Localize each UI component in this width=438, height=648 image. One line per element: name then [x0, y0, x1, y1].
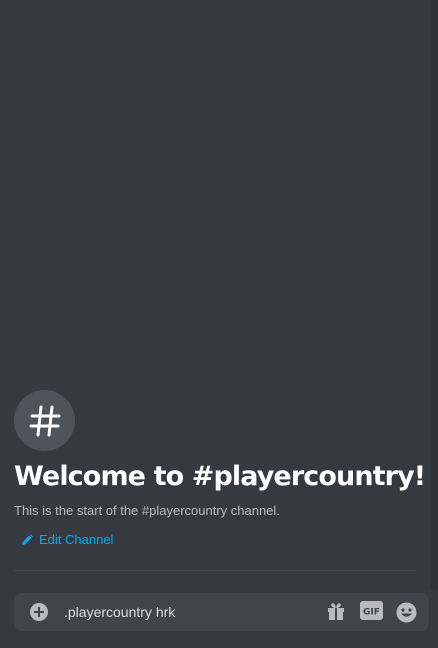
pencil-icon: [22, 533, 33, 545]
divider: [14, 570, 416, 571]
gif-icon[interactable]: GIF: [360, 601, 383, 620]
welcome-title: Welcome to #playercountry!: [14, 461, 426, 492]
scroll-track[interactable]: [430, 0, 438, 590]
edit-channel-label: Edit Channel: [39, 532, 114, 547]
message-composer[interactable]: .playercountry hrk GIF: [14, 593, 429, 631]
gift-icon[interactable]: [326, 601, 346, 621]
message-input[interactable]: .playercountry hrk: [64, 593, 175, 631]
message-list: Welcome to #playercountry! This is the s…: [0, 0, 438, 590]
channel-hash-avatar: [14, 390, 75, 451]
channel-start-text: This is the start of the #playercountry …: [14, 503, 280, 518]
emoji-icon[interactable]: [396, 602, 417, 623]
hash-icon: [29, 405, 60, 436]
edit-channel-button[interactable]: Edit Channel: [21, 532, 113, 547]
gif-label: GIF: [363, 608, 380, 618]
plus-circle-icon[interactable]: [30, 603, 48, 621]
